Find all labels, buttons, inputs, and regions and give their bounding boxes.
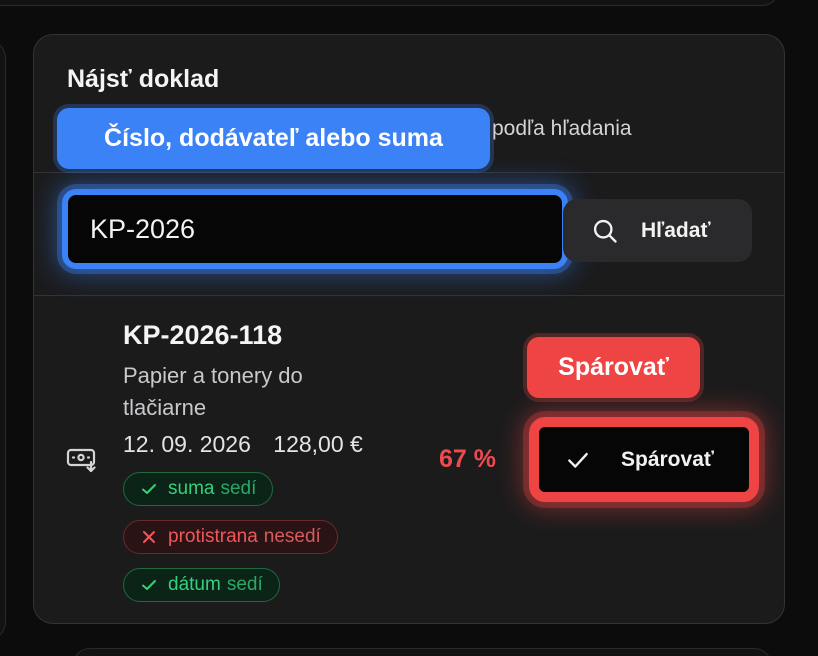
search-input-label-tooltip: Číslo, dodávateľ alebo suma	[57, 108, 490, 169]
match-percent: 67 %	[439, 445, 496, 473]
check-icon	[142, 580, 156, 590]
search-button-label: Hľadať	[641, 218, 711, 242]
check-key: dátum	[168, 574, 221, 595]
check-key: protistrana	[168, 526, 258, 547]
search-input-focus-ring	[62, 189, 568, 269]
result-description: Papier a tonery do tlačiarne	[123, 363, 303, 420]
divider	[34, 295, 784, 296]
match-button[interactable]: Spárovať	[529, 417, 759, 502]
close-icon	[143, 531, 155, 543]
result-meta: 12. 09. 2026 128,00 €	[123, 431, 363, 458]
result-amount: 128,00 €	[273, 431, 363, 457]
match-button-label: Spárovať	[621, 447, 714, 471]
check-value: sedí	[226, 574, 263, 595]
result-date: 12. 09. 2026	[123, 431, 251, 457]
background-card-left	[0, 40, 6, 640]
check-key: suma	[168, 478, 215, 499]
search-icon	[593, 219, 617, 243]
result-document-code: KP-2026-118	[123, 320, 283, 350]
search-button[interactable]: Hľadať	[563, 199, 752, 262]
check-icon	[568, 452, 588, 468]
check-chip-datum: dátum sedí	[123, 568, 280, 602]
card-title: Nájsť doklad	[67, 65, 220, 93]
check-chip-protistrana: protistrana nesedí	[123, 520, 338, 554]
match-action-tooltip: Spárovať	[527, 337, 700, 398]
check-chip-suma: suma sedí	[123, 472, 274, 506]
check-value: nesedí	[263, 526, 321, 547]
divider	[34, 172, 784, 173]
receipt-icon	[66, 448, 96, 473]
card-subtitle-text: podľa hľadania	[492, 117, 632, 140]
match-button-focus-ring: Spárovať	[529, 417, 759, 502]
check-icon	[142, 484, 156, 494]
background-card-top	[0, 0, 780, 6]
search-input[interactable]	[62, 189, 568, 269]
background-card-bottom	[72, 648, 772, 656]
check-value: sedí	[220, 478, 257, 499]
